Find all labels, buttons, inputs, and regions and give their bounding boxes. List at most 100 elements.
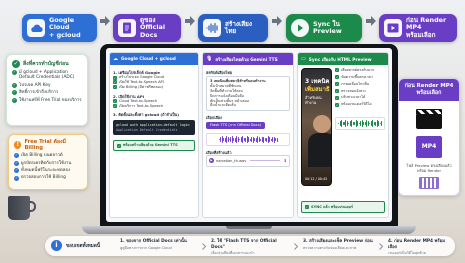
waveform-bar bbox=[260, 138, 262, 141]
render-card-header: ก่อน Render MP4 พร้อมเลือก bbox=[399, 79, 459, 101]
list-item: ✓ โปรเจค API Key bbox=[12, 83, 82, 89]
video-overlay-title: เพิ่มสมาธิ bbox=[305, 86, 330, 93]
waveform-bar bbox=[272, 136, 273, 143]
pipeline-step-sync-preview[interactable]: Sync ใน Preview bbox=[286, 14, 362, 42]
check-icon: ✓ bbox=[113, 80, 117, 85]
arrow-right-icon bbox=[100, 16, 110, 26]
list-item: ✓ ผูกบัตรเครดิตกับการใช้งาน bbox=[14, 161, 82, 167]
panel-google-cloud: ☁ Google Cloud + gcloud 1. เตรียมโปรเจ็ก… bbox=[109, 52, 199, 218]
check-circle-icon: ✓ bbox=[12, 60, 20, 68]
waveform-bar bbox=[341, 120, 342, 127]
mp4-file-icon[interactable]: MP4 bbox=[416, 135, 442, 158]
info-icon: i bbox=[51, 240, 62, 251]
audio-filename: narration_th.wav bbox=[216, 158, 247, 163]
list-item-text: ใช้งานฟรีที่ Free Trial ของบริการ bbox=[19, 97, 82, 103]
terminal-command: gcloud auth application-default login bbox=[116, 122, 190, 127]
play-icon[interactable]: ▶ bbox=[209, 158, 214, 164]
audio-player[interactable]: ▶ narration_th.wav ⬇ bbox=[206, 155, 290, 167]
step-item[interactable]: 2. ใช้ "Flash TTS จาก Official Docs" เลื… bbox=[211, 239, 291, 256]
prerequisites-card: ✓ สิ่งที่ควรทำบัญชีก่อน ✓ มี gcloud + App… bbox=[6, 54, 88, 126]
chevron-right-icon bbox=[379, 243, 384, 250]
checklist-text: เสียงพากย์ตรงกับฉาก bbox=[341, 68, 375, 72]
film-icon bbox=[384, 19, 402, 37]
waveform-icon bbox=[203, 19, 221, 37]
check-icon: ✓ bbox=[14, 168, 19, 174]
step-item[interactable]: 4. ก่อน Render MP4 พร้อมเลือก เรนเดอร์เป… bbox=[388, 239, 452, 256]
steps-lead: ขอบเขตทั้งหมดนี้ bbox=[66, 244, 100, 249]
panel-sync-preview: ▭ Sync เสียงกับ HTML Preview 3 เทคนิค เพ… bbox=[297, 52, 389, 218]
waveform-bar bbox=[263, 136, 265, 143]
coffee-mug-handle bbox=[29, 201, 36, 212]
video-overlay-subtitle: สำหรับคนทำงาน bbox=[305, 95, 322, 106]
render-mp4-card: ก่อน Render MP4 พร้อมเลือก MP4 ไฟล์ Prev… bbox=[398, 78, 460, 196]
pipeline-label: Sync ใน Preview bbox=[313, 19, 342, 35]
warning-icon: ! bbox=[14, 141, 22, 150]
billing-card: ! Free Trial ต้องมี Billing ✓ เปิด Billin… bbox=[8, 134, 88, 190]
step-title: 2. ใช้ "Flash TTS จาก Official Docs" bbox=[211, 239, 277, 250]
list-item-text: ทั้งหมดนี้ฟรีในระยะทดลอง bbox=[21, 168, 71, 174]
pipeline-label: สร้างเสียงไทย bbox=[225, 19, 252, 35]
checklist-text: พร้อมเรนเดอร์วิดีโอ bbox=[341, 102, 372, 107]
script-line: ดื่มน้ำและยืดเส้น bbox=[210, 103, 236, 108]
checklist-item[interactable]: ✓ เปิด Billing (มีค่าฟรีทดลอง) bbox=[113, 85, 195, 90]
check-icon: ✓ bbox=[305, 205, 309, 209]
list-item: ✓ มี gcloud + Application Default Credent… bbox=[12, 70, 82, 81]
audio-progress-track[interactable] bbox=[250, 160, 280, 162]
checklist-text: ข้อความขึ้นตรงเวลา bbox=[341, 74, 373, 79]
pipeline-step-docs[interactable]: ดูของ Official Docs bbox=[113, 14, 181, 42]
step-item[interactable]: 1. ของจาก Official Docs เท่านั้น ดูคู่มื… bbox=[120, 239, 198, 250]
list-item: ✓ ทั้งหมดนี้ฟรีในระยะทดลอง bbox=[14, 168, 82, 174]
voice-select[interactable]: Flash TTS (จาก Official Docs) bbox=[206, 122, 265, 130]
waveform-bar bbox=[372, 120, 374, 127]
waveform-bar bbox=[381, 120, 382, 127]
film-strip-icon bbox=[419, 176, 439, 189]
list-item-text: ตรวจสอบการใช้ Billing bbox=[21, 175, 66, 181]
panel-header: ▭ Sync เสียงกับ HTML Preview bbox=[298, 53, 388, 65]
person-figure bbox=[313, 115, 331, 133]
step-item[interactable]: 3. สร้างเสียงและเช็ค Preview ก่อน ตรวจคว… bbox=[303, 239, 377, 250]
script-textarea[interactable]: 3 เทคนิคเพิ่มสมาธิสำหรับคนทำงาน ตั้งเป้า… bbox=[206, 76, 290, 112]
phone-preview[interactable]: 3 เทคนิค เพิ่มสมาธิ สำหรับคนทำงาน 00:12 … bbox=[301, 68, 333, 186]
pipeline-step-thai-voice[interactable]: สร้างเสียงไทย bbox=[198, 14, 268, 42]
prerequisites-title: สิ่งที่ควรทำบัญชีก่อน bbox=[23, 60, 69, 67]
step-subtitle: เลือกรุ่นเสียงที่เอกสารแนะนำ bbox=[211, 251, 255, 256]
check-icon: ✓ bbox=[117, 143, 121, 148]
play-icon bbox=[291, 19, 309, 37]
step-title: 1. ของจาก Official Docs เท่านั้น bbox=[120, 239, 187, 244]
waveform-bar bbox=[220, 136, 221, 143]
checklist-text: ปรับช่วงเวลาได้ bbox=[341, 95, 366, 100]
pipeline-label: ก่อน Render MP4 พร้อมเลือก bbox=[406, 15, 447, 39]
pipeline-step-cloud[interactable]: Google Cloud + gcloud bbox=[22, 14, 97, 42]
mp4-badge-label: MP4 bbox=[421, 143, 437, 150]
waveform-display bbox=[206, 133, 290, 147]
waveform-bar bbox=[269, 137, 270, 143]
microphone-icon: 🎙 bbox=[206, 56, 213, 62]
checklist-text: เปิด Billing (มีค่าฟรีทดลอง) bbox=[119, 84, 164, 89]
laptop-notch bbox=[226, 226, 272, 229]
check-icon: ✓ bbox=[113, 85, 117, 90]
document-icon bbox=[118, 19, 136, 37]
waveform-bar bbox=[369, 122, 371, 125]
coffee-mug bbox=[8, 196, 30, 220]
waveform-bar bbox=[375, 121, 377, 126]
pipeline-step-render-mp4[interactable]: ก่อน Render MP4 พร้อมเลือก bbox=[379, 14, 457, 42]
check-icon: ✓ bbox=[113, 75, 117, 80]
checklist-item[interactable]: ✓ เปิดบริการ Text-to-Speech bbox=[113, 104, 195, 109]
download-icon[interactable]: ⬇ bbox=[284, 158, 287, 163]
chevron-right-icon bbox=[294, 243, 299, 250]
step-title: 4. ก่อน Render MP4 พร้อมเลือก bbox=[388, 239, 446, 250]
waveform-bar bbox=[226, 136, 227, 143]
arrow-right-icon bbox=[272, 16, 282, 26]
check-icon: ✓ bbox=[113, 99, 117, 104]
list-item-text: มี gcloud + Application Default Credenti… bbox=[19, 69, 75, 81]
arrow-right-icon bbox=[366, 16, 376, 26]
checklist-item: ✓ ปรับช่วงเวลาได้ bbox=[335, 95, 385, 100]
list-item-text: โปรเจค API Key bbox=[19, 82, 51, 88]
panel-header: 🎙 สร้างเสียงไทยด้วย Gemini TTS bbox=[203, 53, 293, 65]
panel-title: สร้างเสียงไทยด้วย Gemini TTS bbox=[215, 57, 278, 63]
monitor-icon: ▭ bbox=[301, 56, 306, 62]
ready-banner: ✓ พร้อมสร้างเสียงด้วย Gemini TTS bbox=[113, 140, 195, 152]
waveform-bar bbox=[338, 122, 339, 125]
terminal-output: Application Default Credentials bbox=[116, 127, 178, 132]
list-item-text: ผูกบัตรเครดิตกับการใช้งาน bbox=[21, 160, 72, 166]
